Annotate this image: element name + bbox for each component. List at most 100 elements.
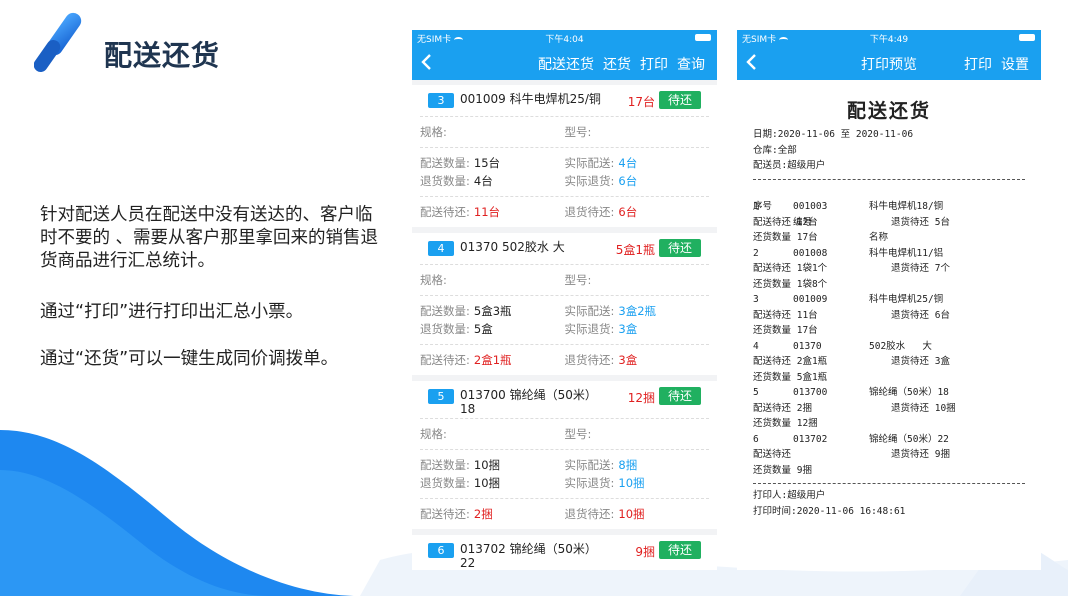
- model-label: 型号:: [564, 273, 592, 287]
- receipt-rows: 1 001003 科牛电焊机18/铜 配送待还 12台 退货待还 5台 还货数量 17…: [753, 199, 1025, 478]
- nav-action-settings[interactable]: 设置: [1001, 54, 1029, 74]
- header-name: 名称: [869, 232, 889, 243]
- spec-label: 规格:: [420, 273, 447, 287]
- phone-screen-print-preview: 无SIM卡 下午4:49 打印预览 打印 设置 配送还货 日期:2020-11-…: [737, 30, 1041, 570]
- pending-return-tag[interactable]: 待还: [659, 541, 701, 559]
- item-return-qty: 还货数量 17台: [753, 232, 818, 243]
- item-return-qty: 还货数量 17台: [753, 325, 818, 336]
- actual-deliver-value: 8捆: [618, 458, 638, 472]
- divider: [753, 178, 1025, 180]
- nav-bar: 配送还货 还货 打印 查询: [412, 45, 717, 80]
- list-item[interactable]: 3 001009 科牛电焊机25/铜 17台 待还 规格: 型号: 配送数量: 15…: [412, 85, 717, 227]
- receipt-staff: 配送员:超级用户: [753, 160, 826, 171]
- item-name: 科牛电焊机11/铝: [869, 247, 944, 259]
- deliver-pending-value: 2盒1瓶: [473, 353, 512, 367]
- nav-action-delivery-return[interactable]: 配送还货: [538, 54, 594, 74]
- item-no: 5: [753, 387, 759, 398]
- list-item[interactable]: 5 013700 锦纶绳（50米）18 12捆 待还 规格: 型号: 配送数量: 1…: [412, 381, 717, 529]
- return-qty-label: 退货数量:: [420, 476, 470, 490]
- return-pending-value: 10捆: [618, 507, 645, 521]
- item-no: 2: [753, 247, 759, 259]
- actual-deliver-label: 实际配送:: [564, 156, 615, 170]
- actual-return-label: 实际退货:: [564, 174, 615, 188]
- item-no: 3: [753, 294, 759, 305]
- item-name: 013702 锦纶绳（50米）22: [460, 542, 597, 570]
- return-qty-value: 10捆: [473, 476, 501, 490]
- nav-action-query[interactable]: 查询: [677, 54, 705, 74]
- item-name: 科牛电焊机25/铜: [869, 294, 944, 305]
- receipt-printer: 打印人:超级用户: [753, 490, 826, 501]
- item-code: 01370: [793, 340, 822, 352]
- item-code: 001003: [793, 201, 828, 212]
- actual-return-value: 10捆: [618, 476, 645, 490]
- description-paragraph-1: 针对配送人员在配送中没有送达的、客户临时不要的 、需要从客户那里拿回来的销售退货…: [40, 205, 379, 271]
- actual-return-value: 3盒: [618, 322, 638, 336]
- description-paragraph-3: 通过“还货”可以一键生成同价调拨单。: [40, 349, 339, 369]
- deliver-pending-value: 2捆: [473, 507, 493, 521]
- pending-return-tag[interactable]: 待还: [659, 387, 701, 405]
- list-item[interactable]: 4 01370 502胶水 大 5盒1瓶 待还 规格: 型号: 配送数量: 5盒3瓶…: [412, 233, 717, 375]
- divider: [753, 483, 1025, 484]
- item-deliver-pending: 配送待还 11台: [753, 309, 818, 321]
- spec-label: 规格:: [420, 427, 447, 441]
- receipt-print-time: 打印时间:2020-11-06 16:48:61: [753, 505, 906, 517]
- receipt-date: 日期:2020-11-06 至 2020-11-06: [753, 129, 914, 140]
- deliver-qty-label: 配送数量:: [420, 458, 470, 472]
- pending-return-tag[interactable]: 待还: [659, 239, 701, 257]
- item-code: 001008: [793, 247, 828, 259]
- list-item[interactable]: 6 013702 锦纶绳（50米）22 9捆 待还: [412, 535, 717, 570]
- item-quantity: 9捆: [635, 545, 655, 559]
- pending-return-tag[interactable]: 待还: [659, 91, 701, 109]
- receipt-item: 5 013700 锦纶绳（50米）18 配送待还 2捆 退货待还 10捆 还货数量 1…: [753, 385, 1025, 432]
- receipt-warehouse: 仓库:全部: [753, 144, 797, 156]
- back-arrow-icon[interactable]: [418, 52, 436, 72]
- receipt-header-row: 序号 编号 名称: [753, 184, 1025, 243]
- receipt-preview: 配送还货 日期:2020-11-06 至 2020-11-06 仓库:全部 配送…: [737, 80, 1041, 519]
- item-deliver-pending: 配送待还 1袋1个: [753, 263, 828, 274]
- return-qty-label: 退货数量:: [420, 322, 470, 336]
- deliver-qty-label: 配送数量:: [420, 156, 470, 170]
- item-deliver-pending: 配送待还 2盒1瓶: [753, 356, 828, 367]
- phone-screen-delivery-return: 无SIM卡 下午4:04 配送还货 还货 打印 查询 3 001009 科牛电焊…: [412, 30, 717, 570]
- deliver-pending-label: 配送待还:: [420, 353, 470, 367]
- actual-return-value: 6台: [618, 174, 638, 188]
- deliver-qty-label: 配送数量:: [420, 304, 470, 318]
- receipt-item: 4 01370 502胶水 大 配送待还 2盒1瓶 退货待还 3盒 还货数量 5盒1瓶: [753, 339, 1025, 386]
- brand-logo-icon: [34, 12, 82, 73]
- deliver-qty-value: 15台: [473, 156, 501, 170]
- item-no: 4: [753, 340, 759, 352]
- status-bar: 无SIM卡 下午4:49: [737, 30, 1041, 45]
- item-quantity: 17台: [627, 95, 655, 109]
- item-code: 001009: [793, 294, 828, 305]
- model-label: 型号:: [564, 427, 592, 441]
- description-paragraph-2: 通过“打印”进行打印出汇总小票。: [40, 302, 304, 322]
- actual-return-label: 实际退货:: [564, 322, 615, 336]
- item-index-badge: 4: [428, 241, 454, 256]
- item-deliver-pending: 配送待还 2捆: [753, 402, 812, 414]
- item-return-pending: 退货待还 10捆: [891, 402, 956, 414]
- return-qty-value: 5盒: [473, 322, 493, 336]
- item-no: 6: [753, 433, 759, 445]
- item-return-qty: 还货数量 5盒1瓶: [753, 371, 828, 383]
- actual-deliver-label: 实际配送:: [564, 458, 615, 472]
- item-return-pending: 退货待还 6台: [891, 309, 950, 321]
- return-qty-value: 4台: [473, 174, 493, 188]
- nav-action-print[interactable]: 打印: [964, 54, 992, 74]
- deliver-pending-label: 配送待还:: [420, 205, 470, 219]
- item-name: 013700 锦纶绳（50米）18: [460, 388, 597, 416]
- return-pending-value: 3盒: [618, 353, 638, 367]
- return-pending-label: 退货待还:: [564, 353, 615, 367]
- back-arrow-icon[interactable]: [743, 52, 761, 72]
- nav-bar: 打印预览 打印 设置: [737, 45, 1041, 80]
- item-return-qty: 还货数量 9捆: [753, 464, 812, 476]
- actual-deliver-value: 4台: [618, 156, 638, 170]
- nav-action-return[interactable]: 还货: [603, 54, 631, 74]
- item-name: 502胶水 大: [869, 340, 932, 352]
- item-code: 013702: [793, 433, 828, 445]
- deliver-pending-value: 11台: [473, 205, 501, 219]
- nav-action-print[interactable]: 打印: [640, 54, 668, 74]
- item-return-pending: 退货待还 9捆: [891, 449, 950, 460]
- item-index-badge: 3: [428, 93, 454, 108]
- receipt-item: 6 013702 锦纶绳（50米）22 配送待还 退货待还 9捆 还货数量 9捆: [753, 432, 1025, 479]
- receipt-title: 配送还货: [846, 100, 931, 122]
